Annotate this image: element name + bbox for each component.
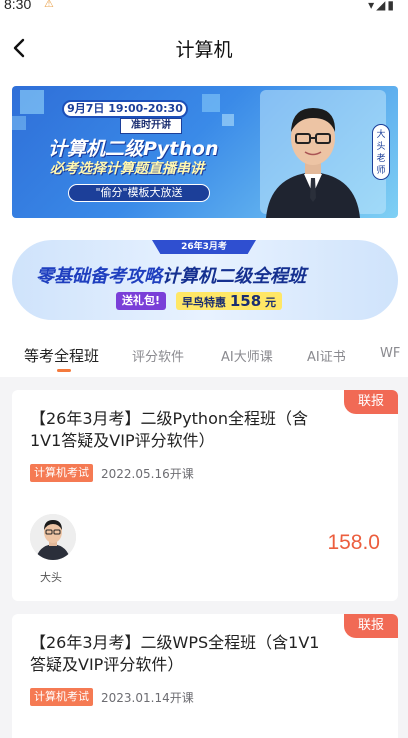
early-bird-badge: 早鸟特惠 158 元 (176, 292, 282, 310)
teacher-avatar-image (30, 514, 76, 560)
banner-title: 计算机二级Python (48, 138, 219, 160)
early-bird-price: 158 (229, 292, 262, 310)
gift-badge: 送礼包! (116, 292, 167, 310)
teacher-name: 大头 (40, 571, 62, 584)
promo-headline-part2: 计算机二级全程班 (162, 266, 306, 287)
course-title: 【26年3月考】二级WPS全程班（含1V1答疑及VIP评分软件） (30, 633, 320, 674)
course-start-date: 2022.05.16开课 (101, 467, 194, 481)
bundle-ribbon: 联报 (344, 390, 398, 414)
category-badge: 计算机考试 (30, 688, 93, 706)
banner-subtitle: 必考选择计算题直播串讲 (50, 161, 204, 177)
bundle-ribbon: 联报 (344, 614, 398, 638)
course-price: 158.0 (327, 531, 380, 554)
tab-wps[interactable]: WF (380, 346, 400, 361)
course-card[interactable]: 联报 【26年3月考】二级WPS全程班（含1V1答疑及VIP评分软件） 计算机考… (12, 614, 398, 738)
tab-ai-certificate[interactable]: AI证书 (307, 346, 346, 365)
teacher-photo (266, 108, 360, 218)
promo-headline: 零基础备考攻略计算机二级全程班 (36, 262, 306, 288)
status-time: 8:30 (4, 0, 32, 12)
notification-icon: ⚠ (44, 0, 54, 10)
teacher-avatar (30, 514, 76, 560)
course-card[interactable]: 联报 【26年3月考】二级Python全程班（含1V1答疑及VIP评分软件） 计… (12, 390, 398, 601)
teacher-name-tag: 大头老师 (372, 124, 390, 180)
exam-session-tag: 26年3月考 (152, 240, 256, 254)
tab-ai-master-class[interactable]: AI大师课 (221, 346, 273, 365)
tab-scoring-software[interactable]: 评分软件 (132, 346, 184, 365)
page-title: 计算机 (175, 39, 233, 61)
banner-promo-pill: "偷分"模板大放送 (68, 184, 210, 202)
category-badge: 计算机考试 (30, 464, 93, 482)
tab-full-course[interactable]: 等考全程班 (24, 345, 99, 366)
promo-headline-part1: 零基础备考攻略 (36, 266, 162, 287)
course-promo-banner[interactable]: 26年3月考 零基础备考攻略计算机二级全程班 送礼包! 早鸟特惠 158 元 (12, 240, 398, 320)
banner-area: 9月7日 19:00-20:30 准时开讲 计算机二级Python 必考选择计算… (0, 80, 408, 337)
status-bar: 8:30 ⚠ ▾◢▮ (0, 0, 408, 16)
active-tab-indicator (57, 369, 71, 372)
live-lecture-banner[interactable]: 9月7日 19:00-20:30 准时开讲 计算机二级Python 必考选择计算… (12, 86, 398, 218)
course-title: 【26年3月考】二级Python全程班（含1V1答疑及VIP评分软件） (30, 409, 309, 450)
live-date-tag: 9月7日 19:00-20:30 (62, 100, 188, 118)
early-bird-unit: 元 (265, 296, 276, 309)
category-tabs: 等考全程班 评分软件 AI大师课 AI证书 WF (0, 337, 408, 377)
early-bird-label: 早鸟特惠 (182, 296, 226, 309)
app-header: 计算机 (0, 16, 408, 80)
live-start-tag: 准时开讲 (120, 118, 182, 134)
course-start-date: 2023.01.14开课 (101, 691, 194, 705)
system-icons: ▾◢▮ (368, 0, 396, 12)
